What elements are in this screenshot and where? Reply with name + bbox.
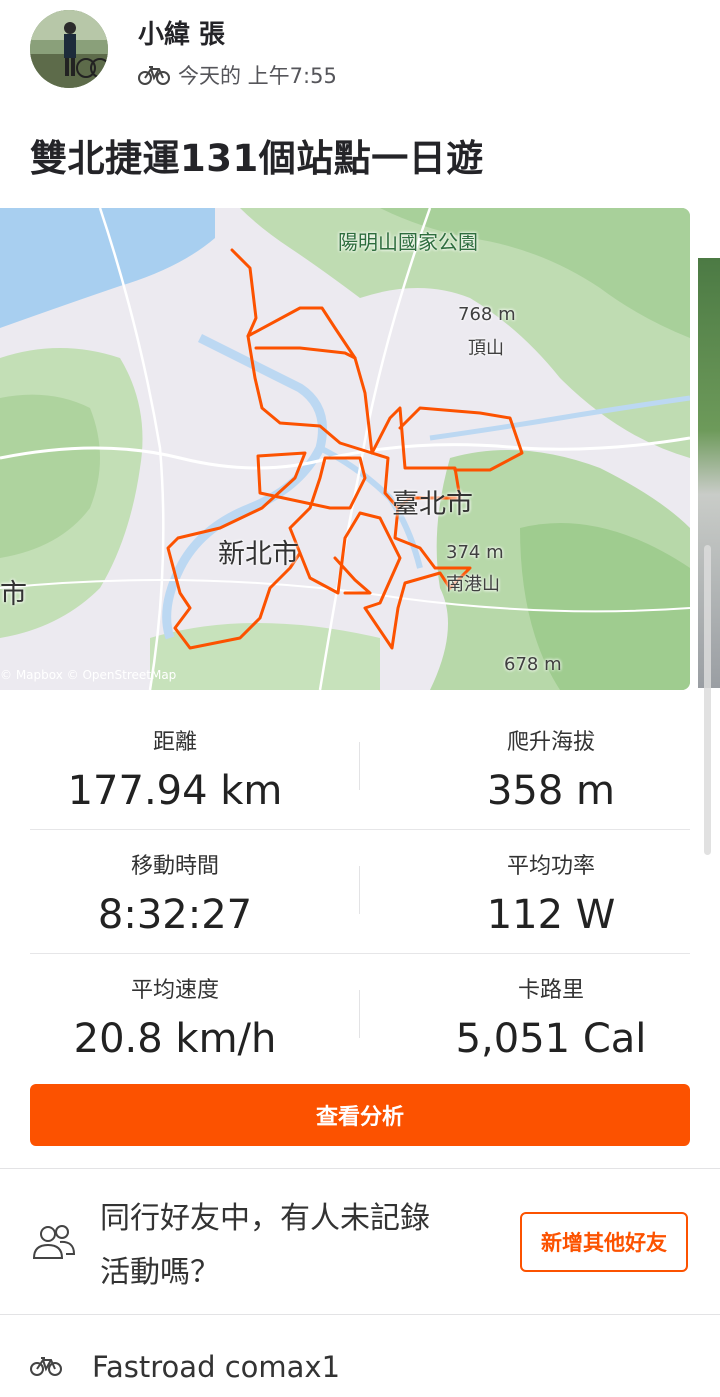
section-divider [0, 1168, 720, 1169]
stat-divider [359, 990, 360, 1038]
map-label-city-newtaipei: 新北市 [218, 539, 299, 570]
stat-divider [359, 742, 360, 790]
gear-name[interactable]: Fastroad comax1 [92, 1350, 340, 1384]
activity-meta: 今天的 上午7:55 [138, 60, 337, 90]
stats-grid: 距離 177.94 km 爬升海拔 358 m 移動時間 8:32:27 平均功… [30, 706, 690, 1077]
stat-distance: 距離 177.94 km [10, 706, 340, 814]
map-label-peak-height: 768 m [458, 304, 516, 325]
map-label-park: 陽明山國家公園 [338, 230, 478, 254]
stat-avg-speed: 平均速度 20.8 km/h [10, 954, 340, 1062]
stats-row: 平均速度 20.8 km/h 卡路里 5,051 Cal [30, 954, 690, 1077]
add-friends-button[interactable]: 新增其他好友 [520, 1212, 688, 1272]
prompt-line: 同行好友中，有人未記錄 [100, 1201, 430, 1236]
stat-moving-time: 移動時間 8:32:27 [10, 830, 340, 938]
map-label-peak-height: 374 m [446, 542, 504, 563]
stat-value: 5,051 Cal [455, 1016, 647, 1062]
people-icon [32, 1225, 76, 1259]
activity-timestamp: 今天的 上午7:55 [178, 64, 337, 88]
stat-label: 平均功率 [506, 854, 595, 879]
section-divider [0, 1314, 720, 1315]
map-label-peak-name: 南港山 [446, 574, 500, 595]
map-attribution[interactable]: © Mapbox © OpenStreetMap [0, 668, 176, 682]
prompt-line: 活動嗎？ [100, 1255, 220, 1290]
stat-label: 平均速度 [130, 978, 219, 1003]
stat-divider [359, 866, 360, 914]
activity-detail-page: 小緯 張 今天的 上午7:55 雙北捷運131個站點一日遊 陽明山國家公園 76… [0, 0, 720, 1397]
stat-label: 卡路里 [517, 978, 584, 1003]
bike-icon [138, 66, 170, 85]
map-label-city-taipei: 臺北市 [392, 489, 473, 520]
stat-value: 358 m [486, 768, 616, 814]
stat-label: 移動時間 [130, 854, 219, 879]
activity-title: 雙北捷運131個站點一日遊 [30, 137, 484, 180]
stat-value: 112 W [486, 892, 616, 938]
map-label-city-edge: 市 [0, 579, 27, 610]
avatar[interactable] [30, 10, 108, 88]
map-canvas [0, 208, 690, 690]
route-map[interactable]: 陽明山國家公園 768 m 頂山 臺北市 新北市 374 m 南港山 678 m… [0, 208, 690, 690]
stat-label: 爬升海拔 [506, 730, 595, 755]
stat-value: 177.94 km [67, 768, 283, 814]
stat-value: 20.8 km/h [73, 1016, 277, 1062]
stat-calories: 卡路里 5,051 Cal [386, 954, 716, 1062]
untagged-friends-prompt: 同行好友中，有人未記錄 活動嗎？ [100, 1192, 500, 1300]
view-analysis-button[interactable]: 查看分析 [30, 1084, 690, 1146]
stat-avg-power: 平均功率 112 W [386, 830, 716, 938]
stat-label: 距離 [152, 730, 197, 755]
bike-icon [30, 1357, 62, 1376]
stat-elevation-gain: 爬升海拔 358 m [386, 706, 716, 814]
stats-row: 移動時間 8:32:27 平均功率 112 W [30, 830, 690, 954]
avatar-photo [30, 10, 108, 88]
stat-value: 8:32:27 [97, 892, 253, 938]
map-label-peak-height: 678 m [504, 654, 562, 675]
map-label-peak-name: 頂山 [468, 338, 504, 359]
user-name[interactable]: 小緯 張 [138, 14, 225, 51]
stats-row: 距離 177.94 km 爬升海拔 358 m [30, 706, 690, 830]
